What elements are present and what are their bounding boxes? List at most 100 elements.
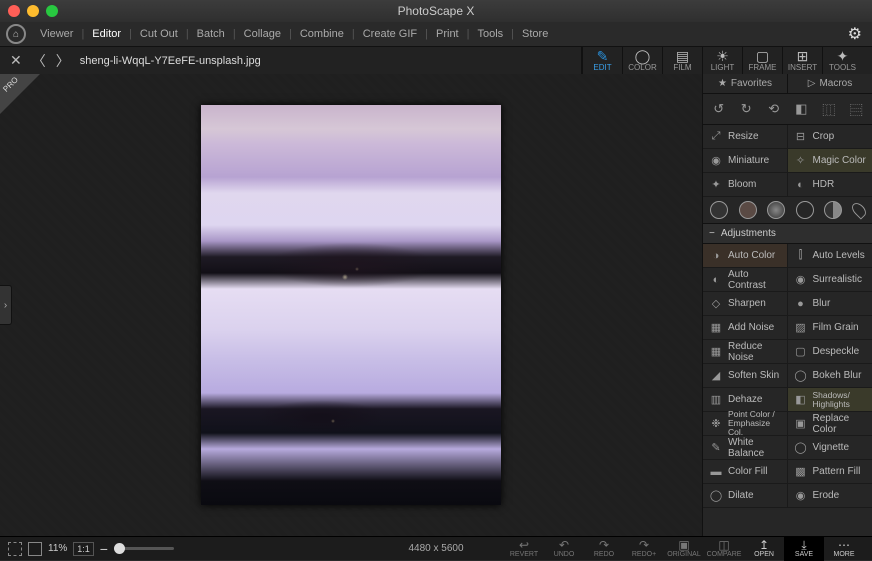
side-drawer-toggle[interactable]: ›	[0, 285, 12, 325]
tool-hdr[interactable]: ◐HDR	[788, 173, 872, 197]
tool-crop[interactable]: ⊟Crop	[788, 125, 872, 149]
tone-preset[interactable]	[739, 201, 757, 219]
transform-row: ↺↻ ⟲◧ ⿲⿳	[703, 94, 872, 125]
adjust-reduce[interactable]: ▦Reduce Noise	[703, 340, 788, 364]
insert-icon: ⊞	[797, 49, 809, 63]
transform-button[interactable]: ⿳	[845, 98, 867, 120]
adjust-soften[interactable]: ◢Soften Skin	[703, 364, 788, 388]
mode-tab-tools[interactable]: ✦TOOLS	[822, 47, 862, 75]
adjustments-header[interactable]: −Adjustments	[703, 224, 872, 244]
menu-print[interactable]: Print	[428, 28, 467, 40]
menu-viewer[interactable]: Viewer	[32, 28, 81, 40]
menu-batch[interactable]: Batch	[189, 28, 233, 40]
tone-presets-row	[703, 197, 872, 224]
adjust-auto[interactable]: ◐Auto Contrast	[703, 268, 788, 292]
tone-preset[interactable]	[824, 201, 842, 219]
menu-create-gif[interactable]: Create GIF	[355, 28, 425, 40]
transform-button[interactable]: ⿲	[818, 98, 840, 120]
menu-combine[interactable]: Combine	[292, 28, 352, 40]
next-file-button[interactable]: 〉	[56, 51, 70, 71]
menu-editor[interactable]: Editor	[84, 28, 129, 40]
quick-tools-grid: ⤢Resize⊟Crop◉Miniature✧Magic Color✦Bloom…	[703, 125, 872, 197]
prev-file-button[interactable]: 〈	[32, 51, 46, 71]
mode-tab-frame[interactable]: ▢FRAME	[742, 47, 782, 75]
adjust-erode[interactable]: ◉Erode	[788, 484, 872, 508]
light-icon: ☀	[716, 49, 729, 63]
fit-icon[interactable]	[28, 542, 42, 556]
transform-button[interactable]: ⟲	[763, 98, 785, 120]
menu-store[interactable]: Store	[514, 28, 556, 40]
adjust-auto[interactable]: ◑Auto Color	[703, 244, 788, 268]
zoom-slider[interactable]	[114, 547, 174, 550]
mode-tab-color[interactable]: ◯COLOR	[622, 47, 662, 75]
macros-tab[interactable]: ▷Macros	[788, 74, 872, 94]
adjust-auto[interactable]: ⫿Auto Levels	[788, 244, 872, 268]
adjust-despeckle[interactable]: ▢Despeckle	[788, 340, 872, 364]
menu-cut-out[interactable]: Cut Out	[132, 28, 186, 40]
menu-tools[interactable]: Tools	[469, 28, 511, 40]
tone-preset[interactable]	[767, 201, 785, 219]
mode-tabs: ✎EDIT◯COLOR▤FILM☀LIGHT▢FRAME⊞INSERT✦TOOL…	[581, 47, 862, 75]
adjust-point[interactable]: ❉Point Color /Emphasize Col.	[703, 412, 788, 436]
mode-tab-light[interactable]: ☀LIGHT	[702, 47, 742, 75]
adjust-blur[interactable]: ●Blur	[788, 292, 872, 316]
adjust-replace[interactable]: ▣Replace Color	[788, 412, 872, 436]
tool-bloom[interactable]: ✦Bloom	[703, 173, 788, 197]
image-dimensions: 4480 x 5600	[408, 543, 463, 554]
adjust-pattern[interactable]: ▩Pattern Fill	[788, 460, 872, 484]
transform-button[interactable]: ◧	[790, 98, 812, 120]
adjust-film[interactable]: ▨Film Grain	[788, 316, 872, 340]
tool-magic-color[interactable]: ✧Magic Color	[788, 149, 872, 173]
status-bar: 11% 1:1 − 4480 x 5600 ↩REVERT↶UNDO↷REDO↷…	[0, 536, 872, 560]
image-preview[interactable]	[201, 105, 501, 505]
adjust-shadows[interactable]: ◧Shadows/Highlights	[788, 388, 872, 412]
redo+-button: ↷REDO+	[624, 537, 664, 561]
save-button[interactable]: ⤓SAVE	[784, 537, 824, 561]
zoom-out-button[interactable]: −	[100, 541, 108, 557]
edit-side-panel: ★Favorites ▷Macros ↺↻ ⟲◧ ⿲⿳ ⤢Resize⊟Crop◉M…	[702, 74, 872, 536]
more-button[interactable]: ⋯MORE	[824, 537, 864, 561]
mode-tab-film[interactable]: ▤FILM	[662, 47, 702, 75]
main-menubar: ⌂ Viewer|Editor|Cut Out|Batch|Collage|Co…	[0, 22, 872, 46]
menu-collage[interactable]: Collage	[236, 28, 289, 40]
close-window-button[interactable]	[8, 5, 20, 17]
settings-gear-icon[interactable]: ⚙	[848, 24, 862, 44]
adjust-bokeh[interactable]: ◯Bokeh Blur	[788, 364, 872, 388]
canvas-area[interactable]: PRO ›	[0, 74, 702, 536]
transform-button[interactable]: ↻	[735, 98, 757, 120]
minimize-window-button[interactable]	[27, 5, 39, 17]
app-title: PhotoScape X	[0, 4, 872, 18]
tone-preset[interactable]	[710, 201, 728, 219]
frame-icon: ▢	[756, 49, 769, 63]
filename-label: sheng-li-WqqL-Y7EeFE-unsplash.jpg	[80, 55, 261, 67]
adjust-dilate[interactable]: ◯Dilate	[703, 484, 788, 508]
window-controls	[8, 5, 58, 17]
tools-icon: ✦	[837, 49, 849, 63]
adjust-color[interactable]: ▬Color Fill	[703, 460, 788, 484]
zoom-percent[interactable]: 11%	[48, 543, 67, 554]
tool-miniature[interactable]: ◉Miniature	[703, 149, 788, 173]
app-logo-icon[interactable]: ⌂	[6, 24, 26, 44]
adjust-surrealistic[interactable]: ◉Surrealistic	[788, 268, 872, 292]
file-toolbar: ✕ 〈 〉 sheng-li-WqqL-Y7EeFE-unsplash.jpg …	[0, 46, 872, 74]
original-button: ▣ORIGINAL	[664, 537, 704, 561]
mode-tab-edit[interactable]: ✎EDIT	[582, 47, 622, 75]
adjust-sharpen[interactable]: ◇Sharpen	[703, 292, 788, 316]
tone-preset[interactable]	[796, 201, 814, 219]
mode-tab-insert[interactable]: ⊞INSERT	[782, 47, 822, 75]
revert-button: ↩REVERT	[504, 537, 544, 561]
close-file-button[interactable]: ✕	[10, 52, 22, 69]
film-icon: ▤	[676, 49, 689, 63]
crop-grid-icon[interactable]	[8, 542, 22, 556]
adjust-white[interactable]: ✎White Balance	[703, 436, 788, 460]
favorites-tab[interactable]: ★Favorites	[703, 74, 788, 94]
undo-button: ↶UNDO	[544, 537, 584, 561]
tone-preset[interactable]	[849, 200, 868, 219]
fullscreen-window-button[interactable]	[46, 5, 58, 17]
adjust-add[interactable]: ▦Add Noise	[703, 316, 788, 340]
adjust-vignette[interactable]: ◯Vignette	[788, 436, 872, 460]
transform-button[interactable]: ↺	[708, 98, 730, 120]
tool-resize[interactable]: ⤢Resize	[703, 125, 788, 149]
open-button[interactable]: ↥OPEN	[744, 537, 784, 561]
zoom-1to1-button[interactable]: 1:1	[73, 542, 94, 556]
